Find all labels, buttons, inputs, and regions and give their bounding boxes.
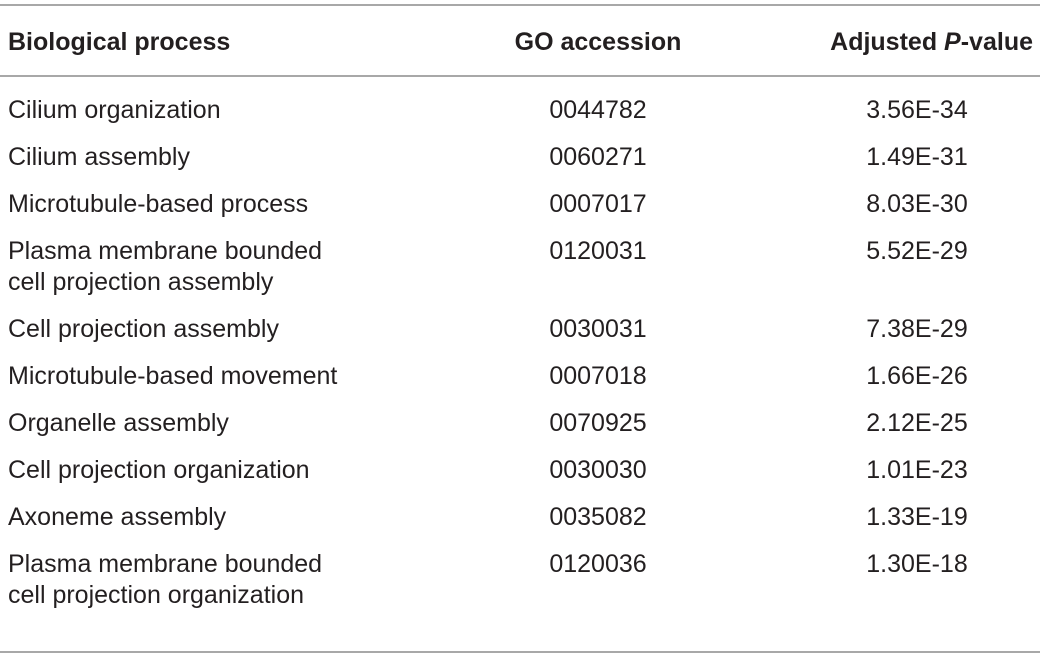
cell-go-accession: 0030031 [549, 315, 647, 343]
cell-adjusted-p-value: 3.56E-34 [866, 96, 968, 124]
table-row: Microtubule-based movement 0007018 1.66E… [0, 356, 1040, 403]
header-adjusted-p-value: Adjusted P-value [830, 24, 1033, 60]
cell-go-accession: 0120031 [549, 237, 647, 265]
table-row: Cell projection organization 0030030 1.0… [0, 450, 1040, 497]
cell-adjusted-p-value: 1.66E-26 [866, 362, 968, 390]
cell-biological-process: Microtubule-based process [8, 190, 309, 218]
cell-adjusted-p-value: 7.38E-29 [866, 315, 968, 343]
cell-biological-process: Cilium organization [8, 96, 221, 124]
table-row: Cell projection assembly 0030031 7.38E-2… [0, 309, 1040, 356]
cell-adjusted-p-value: 1.33E-19 [866, 503, 968, 531]
cell-biological-process: Axoneme assembly [8, 503, 227, 531]
table-row: Cilium assembly 0060271 1.49E-31 [0, 137, 1040, 184]
cell-go-accession: 0060271 [549, 143, 647, 171]
cell-adjusted-p-value: 1.49E-31 [866, 143, 968, 171]
header-go-accession: GO accession [514, 28, 682, 56]
header-pvalue-italic: P [944, 28, 961, 56]
header-biological-process: Biological process [8, 28, 231, 56]
cell-go-accession: 0007017 [549, 190, 647, 218]
cell-adjusted-p-value: 8.03E-30 [866, 190, 968, 218]
table-header: Biological process GO accession Adjusted… [0, 24, 1040, 64]
cell-go-accession: 0070925 [549, 409, 647, 437]
table-body: Cilium organization 0044782 3.56E-34 Cil… [0, 90, 1040, 622]
table-row: Microtubule-based process 0007017 8.03E-… [0, 184, 1040, 231]
table-bottom-rule [0, 651, 1040, 653]
table-top-rule [0, 4, 1040, 6]
cell-biological-process: Microtubule-based movement [8, 362, 338, 390]
table-row: Plasma membrane bounded cell projection … [0, 544, 1040, 622]
cell-biological-process: Plasma membrane bounded cell projection … [8, 550, 323, 609]
cell-go-accession: 0030030 [549, 456, 647, 484]
cell-go-accession: 0007018 [549, 362, 647, 390]
cell-go-accession: 0120036 [549, 550, 647, 578]
table-row: Organelle assembly 0070925 2.12E-25 [0, 403, 1040, 450]
table-row: Cilium organization 0044782 3.56E-34 [0, 90, 1040, 137]
cell-adjusted-p-value: 1.01E-23 [866, 456, 968, 484]
header-pvalue-suffix: -value [960, 28, 1033, 56]
cell-biological-process: Cell projection assembly [8, 315, 279, 343]
cell-adjusted-p-value: 1.30E-18 [866, 550, 968, 578]
cell-biological-process: Cilium assembly [8, 143, 190, 171]
cell-go-accession: 0035082 [549, 503, 647, 531]
table-row: Axoneme assembly 0035082 1.33E-19 [0, 497, 1040, 544]
header-pvalue-prefix: Adjusted [830, 28, 945, 56]
cell-adjusted-p-value: 2.12E-25 [866, 409, 968, 437]
cell-biological-process: Plasma membrane bounded cell projection … [8, 237, 323, 296]
cell-biological-process: Cell projection organization [8, 456, 310, 484]
table-row: Plasma membrane bounded cell projection … [0, 231, 1040, 309]
table-header-rule [0, 75, 1040, 77]
cell-go-accession: 0044782 [549, 96, 647, 124]
cell-biological-process: Organelle assembly [8, 409, 229, 437]
cell-adjusted-p-value: 5.52E-29 [866, 237, 968, 265]
